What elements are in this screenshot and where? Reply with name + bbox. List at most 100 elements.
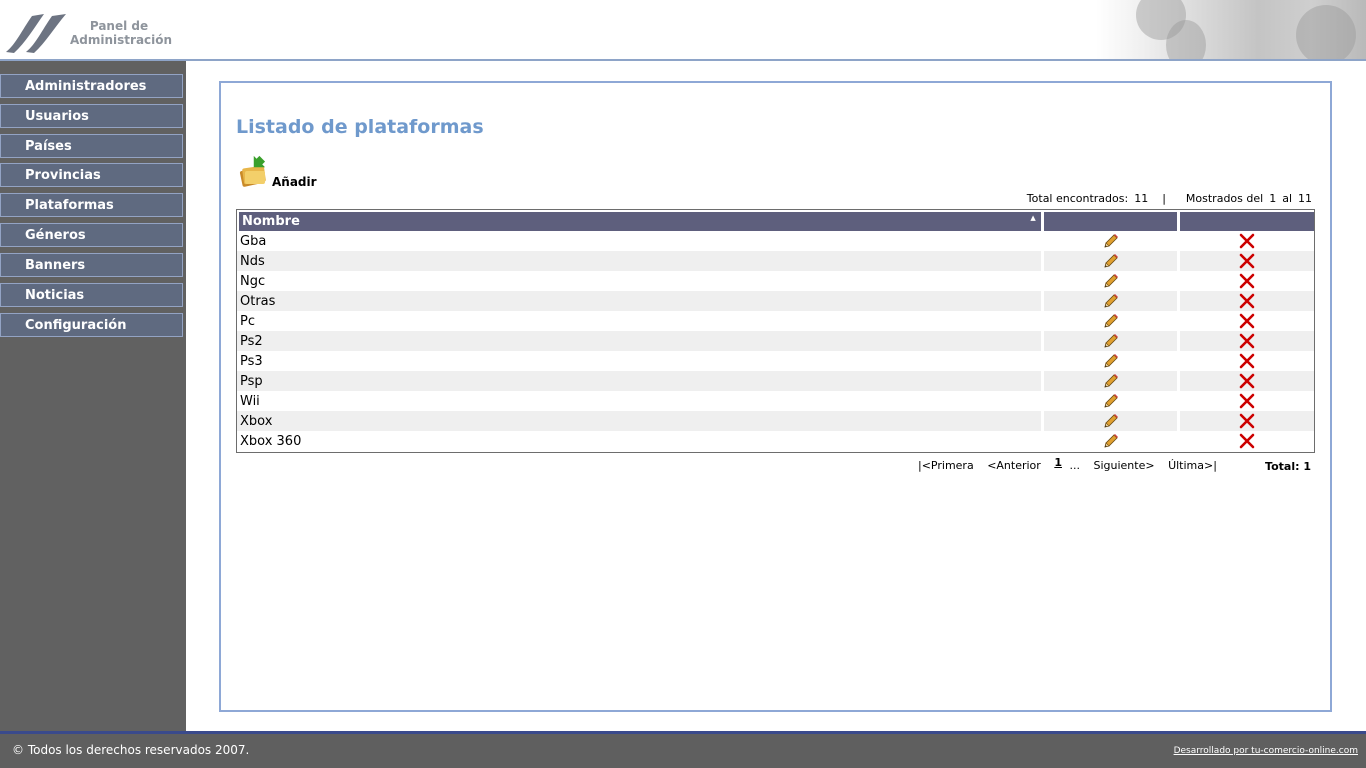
edit-cell bbox=[1040, 411, 1178, 431]
delete-x-icon[interactable] bbox=[1238, 332, 1256, 350]
pagination-page-1[interactable]: 1 bbox=[1054, 456, 1062, 469]
table-row: Xbox 360 bbox=[237, 431, 1314, 451]
table-row: Ps3 bbox=[237, 351, 1314, 371]
platform-name: Nds bbox=[237, 251, 1041, 271]
copyright-text: © Todos los derechos reservados 2007. bbox=[12, 743, 250, 757]
sort-asc-icon[interactable]: ▲ bbox=[1030, 214, 1035, 222]
table-row: Ngc bbox=[237, 271, 1314, 291]
edit-cell bbox=[1040, 391, 1178, 411]
delete-cell bbox=[1177, 431, 1314, 451]
platform-name: Otras bbox=[237, 291, 1041, 311]
pagination-total: Total: 1 bbox=[1265, 460, 1311, 473]
pencil-icon[interactable] bbox=[1102, 432, 1120, 450]
pencil-icon[interactable] bbox=[1102, 372, 1120, 390]
column-header-edit bbox=[1040, 210, 1178, 231]
table-row: Xbox bbox=[237, 411, 1314, 431]
delete-x-icon[interactable] bbox=[1238, 432, 1256, 450]
pagination-first[interactable]: |<Primera bbox=[918, 459, 974, 472]
delete-cell bbox=[1177, 391, 1314, 411]
sidebar-item-plataformas[interactable]: Plataformas bbox=[0, 193, 183, 217]
add-folder-icon[interactable] bbox=[238, 155, 270, 191]
delete-cell bbox=[1177, 231, 1314, 251]
sidebar-item-noticias[interactable]: Noticias bbox=[0, 283, 183, 307]
pagination-prev[interactable]: <Anterior bbox=[987, 459, 1041, 472]
sidebar-item-usuarios[interactable]: Usuarios bbox=[0, 104, 183, 128]
delete-cell bbox=[1177, 251, 1314, 271]
logo-swoosh-icon bbox=[6, 14, 66, 53]
delete-x-icon[interactable] bbox=[1238, 392, 1256, 410]
sidebar-item-administradores[interactable]: Administradores bbox=[0, 74, 183, 98]
delete-x-icon[interactable] bbox=[1238, 372, 1256, 390]
table-row: Otras bbox=[237, 291, 1314, 311]
table-row: Psp bbox=[237, 371, 1314, 391]
delete-x-icon[interactable] bbox=[1238, 252, 1256, 270]
shown-from: 1 bbox=[1269, 192, 1277, 205]
delete-cell bbox=[1177, 351, 1314, 371]
pencil-icon[interactable] bbox=[1102, 332, 1120, 350]
platform-name: Ps2 bbox=[237, 331, 1041, 351]
delete-x-icon[interactable] bbox=[1238, 292, 1256, 310]
column-header-delete bbox=[1177, 210, 1314, 231]
delete-x-icon[interactable] bbox=[1238, 312, 1256, 330]
delete-cell bbox=[1177, 411, 1314, 431]
total-found-value: 11 bbox=[1134, 192, 1149, 205]
page-title: Listado de plataformas bbox=[236, 116, 484, 138]
shown-to: 11 bbox=[1298, 192, 1312, 205]
edit-cell bbox=[1040, 331, 1178, 351]
platform-name: Gba bbox=[240, 233, 267, 249]
table-row: Ps2 bbox=[237, 331, 1314, 351]
table-row: Nds bbox=[237, 251, 1314, 271]
pencil-icon[interactable] bbox=[1102, 412, 1120, 430]
header-photo bbox=[1096, 0, 1366, 59]
delete-cell bbox=[1177, 271, 1314, 291]
column-header-name-label[interactable]: Nombre bbox=[242, 214, 300, 229]
shown-to-label: al bbox=[1282, 192, 1292, 205]
edit-cell bbox=[1040, 231, 1178, 251]
delete-cell bbox=[1177, 311, 1314, 331]
platform-name: Xbox 360 bbox=[240, 433, 302, 449]
sidebar-item-provincias[interactable]: Provincias bbox=[0, 163, 183, 187]
sidebar-item-paises[interactable]: Países bbox=[0, 134, 183, 158]
logo-text: Panel de Administración bbox=[70, 19, 173, 47]
sidebar-item-banners[interactable]: Banners bbox=[0, 253, 183, 277]
pencil-icon[interactable] bbox=[1102, 252, 1120, 270]
footer: © Todos los derechos reservados 2007. De… bbox=[0, 734, 1366, 768]
pagination-next[interactable]: Siguiente> bbox=[1093, 459, 1154, 472]
delete-x-icon[interactable] bbox=[1238, 272, 1256, 290]
platforms-table: Nombre ▲ Gba Nds Ngc Otras Pc Ps2 Ps3 Psp Wii Xbox… bbox=[236, 209, 1315, 453]
platform-name: Ngc bbox=[240, 273, 266, 289]
summary-separator: | bbox=[1162, 192, 1166, 205]
platform-name: Ps3 bbox=[240, 353, 263, 369]
delete-x-icon[interactable] bbox=[1238, 412, 1256, 430]
column-header-name[interactable]: Nombre ▲ bbox=[237, 210, 1041, 231]
pencil-icon[interactable] bbox=[1102, 352, 1120, 370]
pencil-icon[interactable] bbox=[1102, 392, 1120, 410]
platform-name: Xbox bbox=[237, 411, 1041, 431]
table-row: Wii bbox=[237, 391, 1314, 411]
edit-cell bbox=[1040, 311, 1178, 331]
delete-x-icon[interactable] bbox=[1238, 352, 1256, 370]
pencil-icon[interactable] bbox=[1102, 272, 1120, 290]
delete-cell bbox=[1177, 291, 1314, 311]
platform-name: Pc bbox=[240, 313, 255, 329]
logo-line1: Panel de bbox=[89, 19, 149, 33]
delete-cell bbox=[1177, 371, 1314, 391]
table-row: Pc bbox=[237, 311, 1314, 331]
sidebar-item-generos[interactable]: Géneros bbox=[0, 223, 183, 247]
edit-cell bbox=[1040, 431, 1178, 451]
pagination-total-label: Total: bbox=[1265, 460, 1300, 473]
platform-name: Psp bbox=[237, 371, 1041, 391]
pencil-icon[interactable] bbox=[1102, 232, 1120, 250]
sidebar-item-configuracion[interactable]: Configuración bbox=[0, 313, 183, 337]
add-label[interactable]: Añadir bbox=[272, 175, 317, 189]
logo-line2: Administración bbox=[70, 33, 173, 47]
pencil-icon[interactable] bbox=[1102, 312, 1120, 330]
edit-cell bbox=[1040, 371, 1178, 391]
pagination-last[interactable]: Última>| bbox=[1168, 459, 1217, 472]
delete-x-icon[interactable] bbox=[1238, 232, 1256, 250]
sidebar: Administradores Usuarios Países Provinci… bbox=[0, 61, 186, 733]
developer-link[interactable]: Desarrollado por tu-comercio-online.com bbox=[1174, 746, 1358, 756]
header: Panel de Administración bbox=[0, 0, 1366, 61]
pencil-icon[interactable] bbox=[1102, 292, 1120, 310]
pagination-ellipsis: ... bbox=[1069, 459, 1080, 472]
